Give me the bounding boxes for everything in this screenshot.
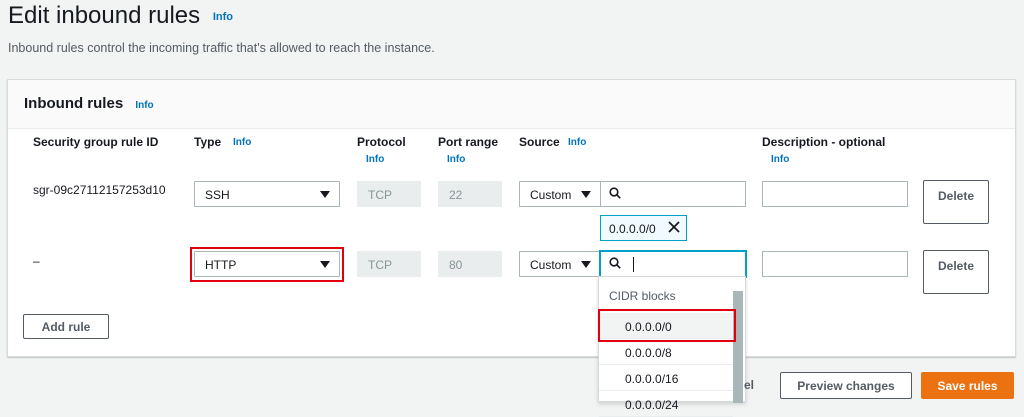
row1-description-input[interactable] [762, 181, 908, 207]
row1-port-field: 22 [438, 181, 502, 207]
inbound-rules-panel: Inbound rules Info [7, 79, 1016, 357]
port-info-link[interactable]: Info [447, 154, 465, 165]
row2-protocol-field: TCP [357, 251, 421, 277]
text-cursor [633, 257, 634, 272]
col-header-protocol: Protocol [357, 135, 406, 149]
page-title-text: Edit inbound rules [8, 2, 201, 29]
row1-cidr-token: 0.0.0.0/0 [600, 215, 687, 241]
chevron-down-icon [320, 191, 330, 198]
dropdown-scrollbar[interactable] [733, 291, 743, 403]
row1-rule-id: sgr-09c27112157253d10 [33, 183, 166, 197]
page-info-link[interactable]: Info [213, 11, 233, 23]
row2-source-type-value: Custom [530, 258, 572, 272]
dropdown-option[interactable]: 0.0.0.0/16 [599, 365, 733, 391]
row2-source-search-input[interactable] [600, 251, 746, 277]
col-header-source: Source [519, 135, 560, 149]
row1-source-search-input[interactable] [600, 181, 746, 207]
row2-port-field: 80 [438, 251, 502, 277]
source-info-link[interactable]: Info [568, 137, 586, 148]
row1-protocol-field: TCP [357, 181, 421, 207]
row2-delete-button[interactable]: Delete [923, 250, 989, 294]
close-icon[interactable] [667, 220, 681, 234]
col-header-description: Description - optional [762, 135, 886, 149]
dropdown-group-label: CIDR blocks [609, 289, 676, 303]
preview-changes-button[interactable]: Preview changes [780, 372, 912, 399]
panel-title-text: Inbound rules [24, 95, 124, 112]
option-highlight-box [598, 309, 736, 342]
protocol-info-link[interactable]: Info [366, 154, 384, 165]
row2-rule-id: – [33, 254, 40, 268]
description-info-link[interactable]: Info [771, 154, 789, 165]
col-header-rule-id: Security group rule ID [33, 135, 159, 149]
row2-source-type-select[interactable]: Custom [519, 251, 601, 277]
row1-source-type-value: Custom [530, 188, 572, 202]
col-header-port-range: Port range [438, 135, 499, 149]
row1-delete-button[interactable]: Delete [923, 180, 989, 224]
add-rule-button[interactable]: Add rule [23, 314, 109, 339]
panel-info-link[interactable]: Info [135, 100, 153, 111]
col-header-type: Type [194, 135, 222, 149]
row1-type-value: SSH [205, 188, 230, 202]
search-icon [609, 187, 621, 199]
row1-type-select[interactable]: SSH [194, 181, 340, 207]
row1-source-type-select[interactable]: Custom [519, 181, 601, 207]
type-highlight-box [190, 247, 344, 282]
search-icon [609, 257, 621, 269]
panel-header: Inbound rules Info [8, 80, 1015, 129]
save-rules-button[interactable]: Save rules [921, 372, 1014, 399]
type-info-link[interactable]: Info [233, 137, 251, 148]
panel-title: Inbound rules Info [24, 95, 154, 112]
dropdown-option[interactable]: 0.0.0.0/24 [599, 391, 733, 417]
row2-description-input[interactable] [762, 251, 908, 277]
page-description: Inbound rules control the incoming traff… [8, 41, 435, 55]
row1-token-label: 0.0.0.0/0 [609, 222, 656, 236]
page-title: Edit inbound rules Info [8, 2, 233, 30]
cancel-link[interactable]: el [744, 378, 754, 392]
chevron-down-icon [581, 261, 591, 268]
chevron-down-icon [581, 191, 591, 198]
dropdown-option[interactable]: 0.0.0.0/8 [599, 339, 733, 365]
